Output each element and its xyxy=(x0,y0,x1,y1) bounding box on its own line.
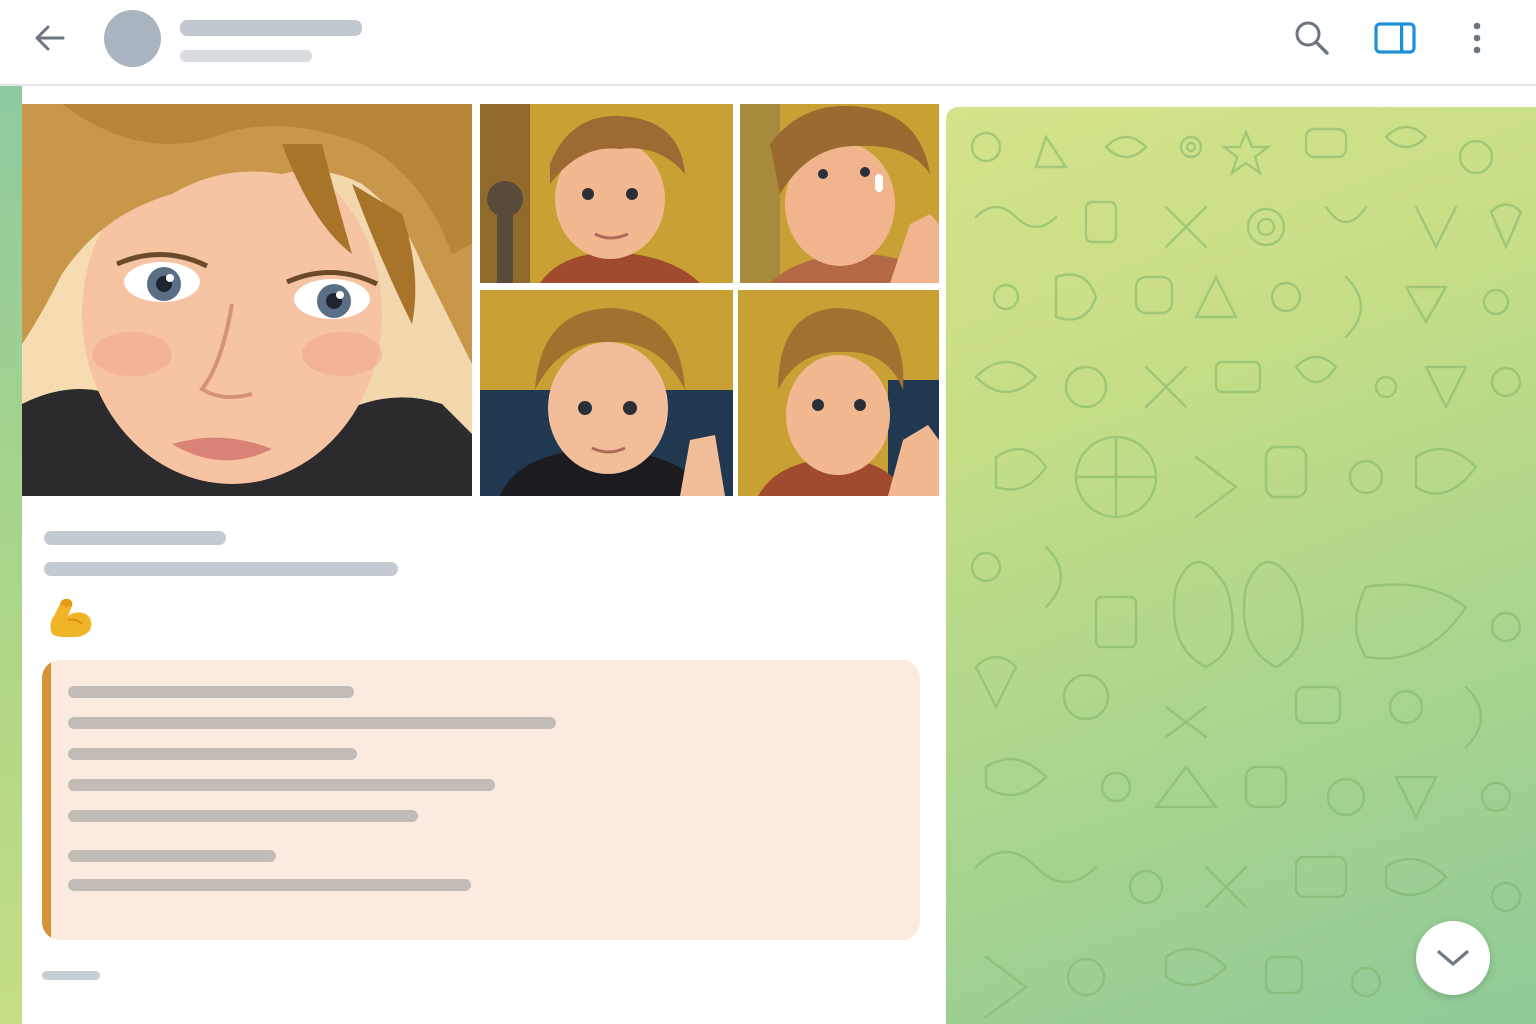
arrow-left-icon xyxy=(35,25,65,51)
chat-header xyxy=(0,0,1536,86)
quote-text-placeholder xyxy=(68,717,556,729)
doodle-pattern xyxy=(970,125,1523,1019)
quote-text-placeholder xyxy=(68,879,471,891)
photo-2[interactable] xyxy=(740,104,939,283)
quote-text-placeholder xyxy=(68,686,354,698)
photo-1[interactable] xyxy=(480,104,733,283)
quote-text-placeholder xyxy=(68,810,418,822)
message-bubble xyxy=(22,86,946,1024)
quote-text-placeholder xyxy=(68,748,357,760)
message-time-placeholder xyxy=(42,971,100,980)
search-icon xyxy=(1295,21,1329,55)
chevron-down-icon xyxy=(1437,950,1469,966)
more-vertical-icon xyxy=(1473,22,1481,54)
quote-accent-bar xyxy=(42,660,51,940)
scroll-to-bottom-button[interactable] xyxy=(1416,921,1490,995)
search-button[interactable] xyxy=(1282,13,1342,63)
chat-title-placeholder[interactable] xyxy=(180,20,362,36)
chat-background-edge xyxy=(0,86,22,1024)
sidebar-panel-icon xyxy=(1374,22,1416,54)
quote-block xyxy=(42,660,920,940)
photo-large[interactable] xyxy=(22,104,472,496)
avatar[interactable] xyxy=(104,10,161,67)
chat-wallpaper xyxy=(946,107,1536,1024)
photo-3[interactable] xyxy=(480,290,733,496)
toggle-sidebar-button[interactable] xyxy=(1365,13,1425,63)
caption-text-placeholder xyxy=(44,531,226,545)
quote-text-placeholder xyxy=(68,779,495,791)
chat-window xyxy=(0,0,1536,1024)
caption-text-placeholder xyxy=(44,562,398,576)
quote-text-placeholder xyxy=(68,850,276,862)
flexed-biceps-emoji xyxy=(46,594,96,640)
chat-status-placeholder xyxy=(180,50,312,62)
photo-4[interactable] xyxy=(738,290,939,496)
back-button[interactable] xyxy=(20,13,80,63)
more-options-button[interactable] xyxy=(1447,13,1507,63)
